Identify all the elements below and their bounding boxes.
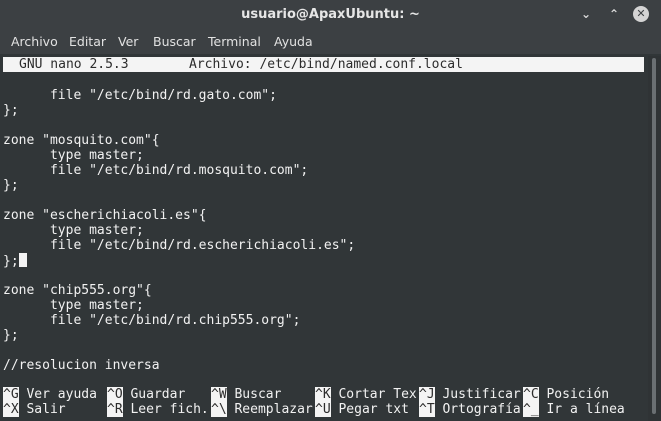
shortcut-key: ^C (523, 387, 539, 402)
terminal-area[interactable]: GNU nano 2.5.3 Archivo: /etc/bind/named.… (0, 56, 648, 421)
editor-line: type master; (3, 148, 144, 163)
editor-line: file "/etc/bind/rd.escherichiacoli.es"; (3, 238, 356, 253)
editor-line: zone "mosquito.com"{ (3, 133, 160, 148)
shortcut-label: Posición (538, 387, 610, 402)
editor-line: file "/etc/bind/rd.mosquito.com"; (3, 163, 309, 178)
menu-editar[interactable]: Editar (69, 34, 106, 49)
shortcut-ver-ayuda[interactable]: ^G Ver ayuda (3, 387, 97, 402)
nano-header: GNU nano 2.5.3 Archivo: /etc/bind/named.… (3, 57, 644, 72)
editor-line: type master; (3, 223, 144, 238)
shortcut-label: Salir (18, 402, 66, 417)
menu-buscar[interactable]: Buscar (153, 34, 196, 49)
shortcut-label: Ir a línea (538, 402, 625, 417)
scrollbar-thumb[interactable] (652, 58, 656, 414)
shortcut-key: ^J (419, 387, 435, 402)
editor-line: //resolucion inversa (3, 358, 160, 373)
editor-line: }; (3, 103, 19, 118)
menu-ver[interactable]: Ver (118, 34, 138, 49)
editor-line-cursor: }; (3, 253, 27, 269)
shortcut-leer-fich[interactable]: ^R Leer fich. (107, 402, 209, 417)
menu-ayuda[interactable]: Ayuda (274, 34, 313, 49)
shortcut-label: Cortar Tex (330, 387, 417, 402)
shortcut-key: ^\ (211, 402, 227, 417)
shortcut-posicion[interactable]: ^C Posición (523, 387, 609, 402)
shortcut-label: Pegar txt (330, 402, 409, 417)
shortcut-label: Buscar (226, 387, 282, 402)
shortcut-key: ^T (419, 402, 435, 417)
shortcut-label: Justificar (434, 387, 521, 402)
terminal-window: usuario@ApaxUbuntu: ~ ⌄ ⌃ ✕ Archivo Edit… (0, 0, 661, 421)
editor-line: file "/etc/bind/rd.gato.com"; (3, 88, 277, 103)
nano-filename: Archivo: /etc/bind/named.conf.local (189, 57, 463, 72)
nano-version: GNU nano 2.5.3 (19, 57, 129, 72)
menu-bar: Archivo Editar Ver Buscar Terminal Ayuda (0, 30, 661, 54)
editor-line: file "/etc/bind/rd.chip555.org"; (3, 313, 301, 328)
shortcut-key: ^_ (523, 402, 539, 417)
shortcut-label: Guardar (122, 387, 186, 402)
shortcut-key: ^W (211, 387, 227, 402)
editor-line: }; (3, 178, 19, 193)
window-title: usuario@ApaxUbuntu: ~ (241, 7, 420, 22)
terminal-scrollbar[interactable] (648, 56, 661, 421)
shortcut-pegar[interactable]: ^U Pegar txt (315, 402, 409, 417)
shortcut-guardar[interactable]: ^O Guardar (107, 387, 185, 402)
editor-line: zone "escherichiacoli.es"{ (3, 208, 207, 223)
menu-archivo[interactable]: Archivo (11, 34, 58, 49)
shortcut-reemplazar[interactable]: ^\ Reemplazar (211, 402, 313, 417)
shortcut-label: Ver ayuda (18, 387, 97, 402)
shortcut-ir-a-linea[interactable]: ^_ Ir a línea (523, 402, 625, 417)
shortcut-key: ^G (3, 387, 19, 402)
editor-line: }; (3, 328, 19, 343)
close-button[interactable]: ✕ (633, 6, 649, 22)
title-bar[interactable]: usuario@ApaxUbuntu: ~ ⌄ ⌃ ✕ (0, 0, 661, 30)
shortcut-cortar[interactable]: ^K Cortar Tex (315, 387, 417, 402)
editor-line: zone "chip555.org"{ (3, 283, 152, 298)
shortcut-key: ^X (3, 402, 19, 417)
shortcut-label: Leer fich. (122, 402, 209, 417)
shortcut-salir[interactable]: ^X Salir (3, 402, 66, 417)
minimize-button[interactable]: ⌄ (578, 6, 594, 22)
shortcut-key: ^O (107, 387, 123, 402)
editor-line: type master; (3, 298, 144, 313)
shortcut-key: ^R (107, 402, 123, 417)
shortcut-buscar[interactable]: ^W Buscar (211, 387, 281, 402)
menu-terminal[interactable]: Terminal (208, 34, 261, 49)
shortcut-label: Ortografía (434, 402, 521, 417)
shortcut-key: ^U (315, 402, 331, 417)
shortcut-ortografia[interactable]: ^T Ortografía (419, 402, 521, 417)
maximize-button[interactable]: ⌃ (606, 6, 622, 22)
text-cursor (18, 253, 27, 267)
shortcut-key: ^K (315, 387, 331, 402)
editor-line-text: }; (3, 254, 19, 269)
shortcut-justificar[interactable]: ^J Justificar (419, 387, 521, 402)
shortcut-label: Reemplazar (226, 402, 313, 417)
